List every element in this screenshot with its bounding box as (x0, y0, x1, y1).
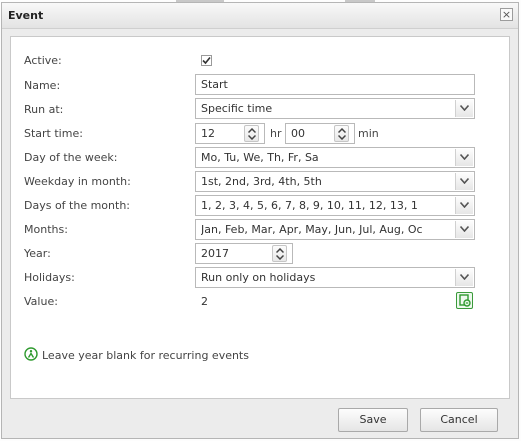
close-button[interactable]: × (500, 8, 513, 21)
chevron-down-icon[interactable] (455, 100, 473, 117)
year-label: Year: (24, 247, 51, 260)
day-of-week-value: Mo, Tu, We, Th, Fr, Sa (201, 151, 319, 164)
up-down-arrows-icon (276, 248, 284, 260)
start-time-label: Start time: (24, 127, 83, 140)
cancel-button[interactable]: Cancel (420, 408, 498, 432)
minute-value: 00 (291, 127, 305, 140)
months-select[interactable]: Jan, Feb, Mar, Apr, May, Jun, Jul, Aug, … (195, 219, 475, 240)
months-value: Jan, Feb, Mar, Apr, May, Jun, Jul, Aug, … (201, 223, 423, 236)
days-of-month-label: Days of the month: (24, 199, 131, 212)
name-input[interactable]: Start (195, 74, 475, 95)
value-display: 2 (201, 295, 208, 308)
dialog-titlebar[interactable]: Event × (2, 3, 518, 29)
hour-spinner[interactable] (244, 125, 259, 142)
year-value: 2017 (201, 247, 229, 260)
up-down-arrows-icon (248, 128, 256, 140)
active-checkbox[interactable] (201, 55, 212, 66)
run-at-label: Run at: (24, 103, 64, 116)
run-at-value: Specific time (201, 102, 273, 115)
hint-text: Leave year blank for recurring events (42, 349, 249, 362)
chevron-down-icon[interactable] (455, 221, 473, 238)
edit-icon (459, 294, 471, 307)
chevron-down-icon[interactable] (455, 269, 473, 286)
day-of-week-select[interactable]: Mo, Tu, We, Th, Fr, Sa (195, 147, 475, 168)
close-icon: × (501, 8, 512, 21)
event-dialog: Event × Active: Name: Start Run at: Spec… (1, 2, 519, 439)
run-at-select[interactable]: Specific time (195, 98, 475, 119)
days-of-month-value: 1, 2, 3, 4, 5, 6, 7, 8, 9, 10, 11, 12, 1… (201, 199, 418, 212)
active-label: Active: (24, 54, 62, 67)
chevron-down-icon[interactable] (455, 173, 473, 190)
chevron-down-icon[interactable] (455, 197, 473, 214)
months-label: Months: (24, 223, 68, 236)
save-button[interactable]: Save (338, 408, 408, 432)
dialog-title: Event (8, 9, 44, 22)
hour-value: 12 (201, 127, 215, 140)
weekday-in-month-value: 1st, 2nd, 3rd, 4th, 5th (201, 175, 322, 188)
info-person-icon (24, 347, 38, 361)
holidays-select[interactable]: Run only on holidays (195, 267, 475, 288)
weekday-in-month-select[interactable]: 1st, 2nd, 3rd, 4th, 5th (195, 171, 475, 192)
edit-value-button[interactable] (456, 292, 473, 309)
minute-spinner[interactable] (334, 125, 349, 142)
day-of-week-label: Day of the week: (24, 151, 118, 164)
value-label: Value: (24, 295, 58, 308)
hour-unit: hr (270, 127, 282, 140)
name-label: Name: (24, 79, 61, 92)
year-spinner[interactable] (272, 245, 287, 262)
weekday-in-month-label: Weekday in month: (24, 175, 131, 188)
chevron-down-icon[interactable] (455, 149, 473, 166)
name-value: Start (201, 78, 228, 91)
up-down-arrows-icon (338, 128, 346, 140)
minute-unit: min (358, 127, 379, 140)
holidays-value: Run only on holidays (201, 271, 316, 284)
holidays-label: Holidays: (24, 271, 75, 284)
days-of-month-select[interactable]: 1, 2, 3, 4, 5, 6, 7, 8, 9, 10, 11, 12, 1… (195, 195, 475, 216)
